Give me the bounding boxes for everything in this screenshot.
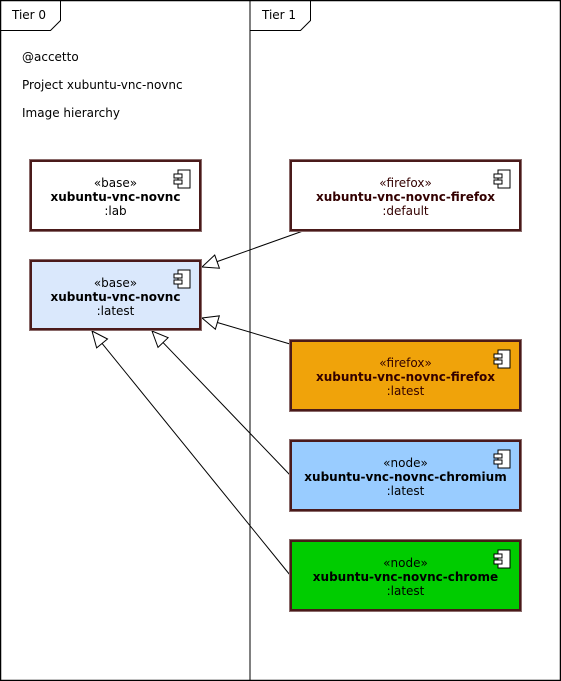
component-icon [173, 269, 191, 289]
component-icon [493, 449, 511, 469]
component-chrome-latest[interactable]: «node» xubuntu-vnc-novnc-chrome :latest [289, 539, 522, 612]
component-firefox-default[interactable]: «firefox» xubuntu-vnc-novnc-firefox :def… [289, 159, 522, 232]
lane-label-tier-0: Tier 0 [12, 8, 47, 22]
component-stereotype: «node» [383, 556, 428, 570]
component-stereotype: «firefox» [379, 356, 432, 370]
component-icon [493, 549, 511, 569]
component-chromium-latest[interactable]: «node» xubuntu-vnc-novnc-chromium :lates… [289, 439, 522, 512]
component-tag: :latest [386, 484, 425, 498]
component-base-lab[interactable]: «base» xubuntu-vnc-novnc :lab [29, 159, 202, 232]
component-icon [493, 169, 511, 189]
component-name: xubuntu-vnc-novnc-chrome [312, 570, 499, 584]
generalization-arrowhead [200, 254, 221, 269]
component-stereotype: «firefox» [379, 176, 432, 190]
edge-firefox-latest-to-base-latest[interactable] [217, 322, 291, 345]
generalization-arrowhead [91, 330, 109, 349]
component-tag: :lab [104, 204, 127, 218]
note-title: Image hierarchy [22, 106, 120, 120]
component-tag: :latest [386, 384, 425, 398]
component-name: xubuntu-vnc-novnc-firefox [315, 370, 496, 384]
component-name: xubuntu-vnc-novnc [50, 190, 181, 204]
component-icon [493, 349, 511, 369]
component-name: xubuntu-vnc-novnc-chromium [304, 470, 507, 484]
component-tag: :latest [96, 304, 135, 318]
component-firefox-latest[interactable]: «firefox» xubuntu-vnc-novnc-firefox :lat… [289, 339, 522, 412]
edge-firefox-default-to-base-latest[interactable] [216, 230, 304, 263]
edge-chrome-latest-to-base-latest[interactable] [101, 343, 291, 576]
edge-chromium-latest-to-base-latest[interactable] [162, 342, 291, 476]
component-name: xubuntu-vnc-novnc-firefox [315, 190, 496, 204]
note-project: Project xubuntu-vnc-novnc [22, 78, 183, 92]
component-tag: :default [382, 204, 429, 218]
component-tag: :latest [386, 584, 425, 598]
component-name: xubuntu-vnc-novnc [50, 290, 181, 304]
note-author: @accetto [22, 50, 79, 64]
lane-label-tier-1: Tier 1 [262, 8, 297, 22]
generalization-arrowhead [200, 315, 221, 331]
component-icon [173, 169, 191, 189]
component-base-latest[interactable]: «base» xubuntu-vnc-novnc :latest [29, 259, 202, 331]
component-stereotype: «node» [383, 456, 428, 470]
